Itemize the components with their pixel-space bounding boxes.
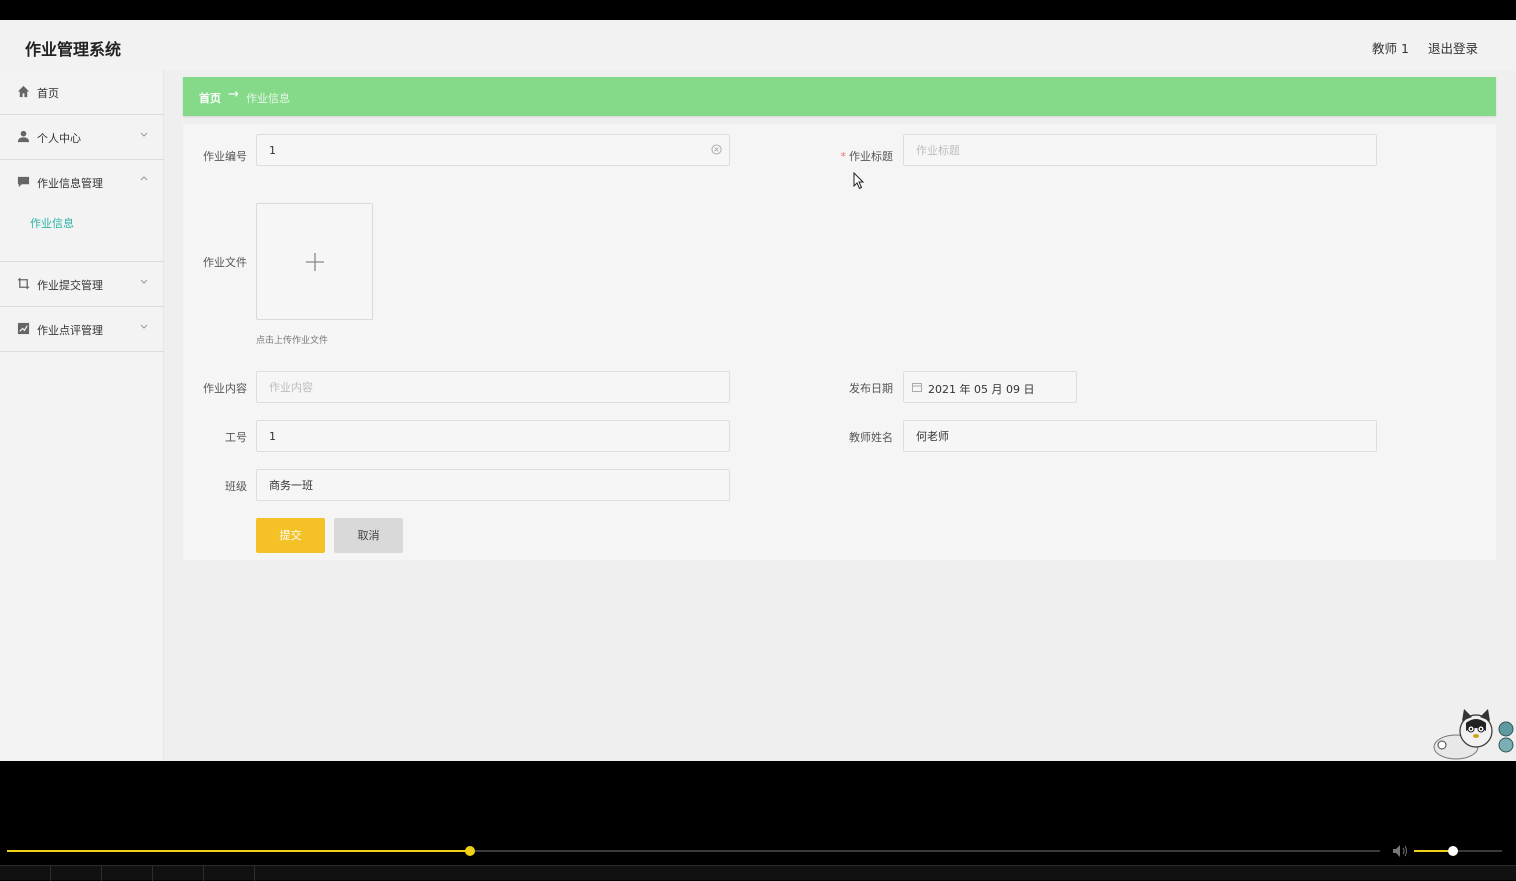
sidebar-item-profile[interactable]: 个人中心 — [0, 115, 164, 160]
home-icon — [17, 85, 30, 98]
seek-handle[interactable] — [464, 846, 475, 856]
file-upload-button[interactable] — [256, 203, 373, 320]
homework-title-label-text: 作业标题 — [849, 150, 893, 163]
homework-title-label: * 作业标题 — [813, 148, 894, 164]
sidebar-item-label: 首页 — [37, 87, 59, 100]
cancel-button[interactable]: 取消 — [334, 518, 403, 553]
sidebar: 首页 个人中心 作业信息管理 作业信息 作业提交管理 作业点评管理 — [0, 70, 164, 761]
bottom-segment — [204, 866, 255, 881]
user-icon — [17, 130, 30, 143]
class-input[interactable] — [256, 469, 730, 501]
mouse-cursor-icon — [853, 172, 865, 190]
sidebar-item-label: 个人中心 — [37, 132, 81, 145]
current-user: 教师 1 — [1372, 41, 1409, 56]
bottom-segment — [153, 866, 204, 881]
volume-level — [1414, 850, 1453, 852]
app-title: 作业管理系统 — [25, 40, 122, 59]
upload-tip: 点击上传作业文件 — [256, 336, 329, 346]
breadcrumb-home[interactable]: 首页 — [199, 90, 221, 106]
crop-icon — [17, 277, 30, 290]
publish-date-picker[interactable]: 2021 年 05 月 09 日 — [903, 371, 1077, 403]
bottom-segment — [51, 866, 102, 881]
logout-link[interactable]: 退出登录 — [1428, 38, 1478, 57]
homework-content-label: 作业内容 — [203, 382, 247, 395]
volume-slider[interactable] — [1414, 846, 1502, 856]
video-player-controls — [0, 836, 1516, 881]
breadcrumb: 首页 → 作业信息 — [183, 77, 1496, 116]
app-window: 作业管理系统 教师 1 退出登录 首页 个人中心 作业信息管理 作业信息 作业提… — [0, 20, 1516, 761]
top-header: 作业管理系统 教师 1 退出登录 — [0, 20, 1516, 70]
publish-date-label: 发布日期 — [849, 382, 893, 395]
homework-content-input[interactable] — [256, 371, 730, 403]
volume-icon[interactable] — [1392, 844, 1408, 858]
volume-handle[interactable] — [1447, 846, 1458, 856]
breadcrumb-current: 作业信息 — [246, 92, 290, 105]
staff-no-label: 工号 — [225, 431, 247, 444]
breadcrumb-separator: → — [228, 87, 239, 102]
chevron-down-icon — [140, 324, 148, 329]
clear-icon[interactable] — [711, 144, 722, 155]
bottom-segment — [0, 866, 51, 881]
chevron-down-icon — [140, 279, 148, 284]
player-bottom-strip — [0, 865, 1516, 881]
sidebar-item-homework-submit[interactable]: 作业提交管理 — [0, 262, 164, 307]
submenu-item-homework-info[interactable]: 作业信息 — [30, 215, 74, 231]
required-mark: * — [840, 150, 847, 163]
teacher-name-label: 教师姓名 — [849, 431, 893, 444]
bottom-segment — [102, 866, 153, 881]
sidebar-item-home[interactable]: 首页 — [0, 70, 164, 115]
calendar-icon — [912, 383, 922, 392]
chart-icon — [17, 322, 30, 335]
homework-form: 作业编号 *作业标题 作业文件 点击上传作业文件 作业内容 发布日期 2021 … — [183, 124, 1496, 560]
submit-button[interactable]: 提交 — [256, 518, 325, 553]
sidebar-item-label: 作业点评管理 — [37, 324, 103, 337]
seek-bar-progress — [7, 850, 470, 852]
homework-no-input[interactable] — [256, 134, 730, 166]
class-label: 班级 — [225, 480, 247, 493]
sidebar-item-homework-review[interactable]: 作业点评管理 — [0, 307, 164, 352]
cat-mascot-icon — [1433, 709, 1514, 760]
homework-file-label: 作业文件 — [203, 256, 247, 269]
staff-no-input[interactable] — [256, 420, 730, 452]
plus-icon — [306, 253, 324, 271]
chevron-down-icon — [140, 132, 148, 137]
seek-bar[interactable] — [7, 846, 1380, 856]
homework-title-input[interactable] — [903, 134, 1377, 166]
sidebar-item-label: 作业提交管理 — [37, 279, 103, 292]
publish-date-value: 2021 年 05 月 09 日 — [928, 383, 1035, 396]
teacher-name-input[interactable] — [903, 420, 1377, 452]
submenu-container — [0, 178, 164, 262]
homework-no-label: 作业编号 — [203, 150, 247, 163]
